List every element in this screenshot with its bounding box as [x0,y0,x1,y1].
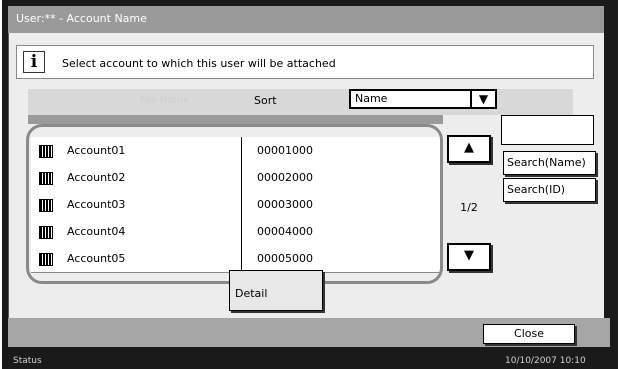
search-name-button[interactable]: Search(Name) [503,151,596,175]
file-name-label: File Name [140,95,190,106]
close-button[interactable]: Close [483,324,575,344]
account-list-frame [26,124,443,284]
status-label: Status [13,356,42,366]
window-title: User:** - Account Name [8,6,610,33]
scroll-up-button[interactable]: ▲ [447,135,491,163]
search-input[interactable] [501,115,594,145]
panel-edge [604,6,614,347]
search-id-button[interactable]: Search(ID) [503,178,596,202]
column-header-band [28,115,443,124]
scroll-down-button[interactable]: ▼ [447,243,491,271]
triangle-down-icon: ▼ [464,248,474,263]
triangle-up-icon: ▲ [464,140,474,155]
detail-button[interactable]: Detail [229,270,323,311]
instruction-text: Select account to which this user will b… [62,57,336,70]
sort-label: Sort [254,94,277,107]
info-icon: i [23,51,45,73]
chevron-down-icon[interactable]: ▼ [470,89,497,109]
page-indicator: 1/2 [460,201,478,214]
sort-value: Name [355,92,388,105]
date-time: 10/10/2007 10:10 [505,356,586,366]
